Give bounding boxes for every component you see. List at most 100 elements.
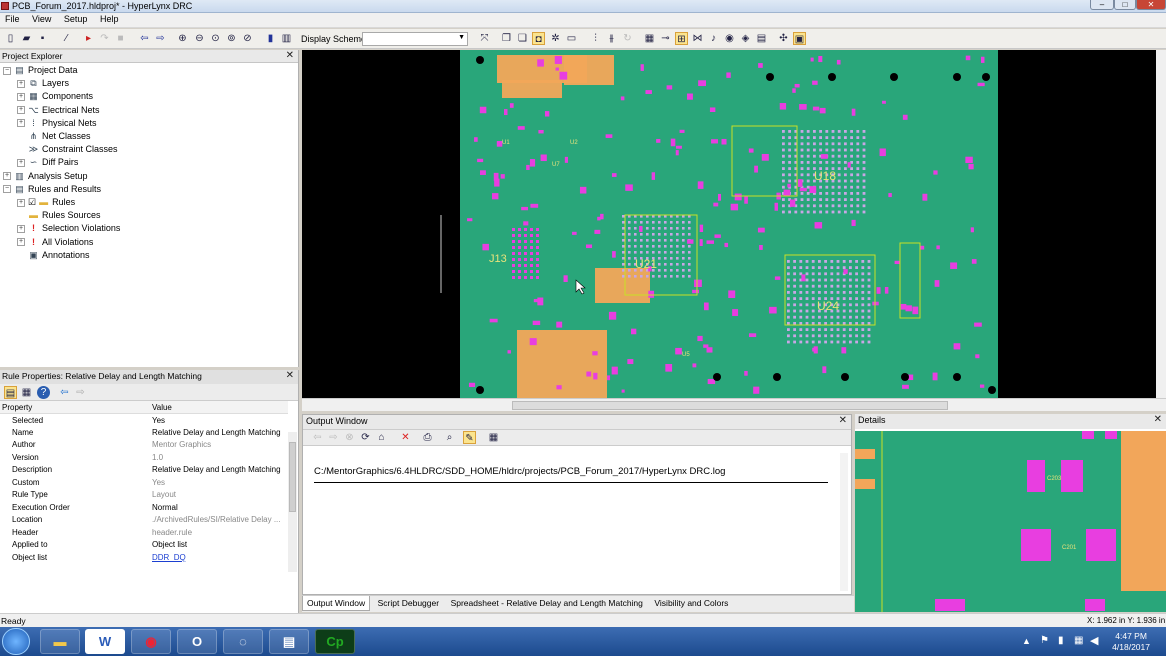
zoom-fit-icon[interactable]: ⊚ [225, 32, 238, 45]
flag-icon[interactable]: ⚑ [1040, 635, 1049, 646]
forward-arrow-icon[interactable]: ⇨ [327, 431, 340, 444]
board-horizontal-scrollbar[interactable] [302, 398, 1166, 411]
volume-icon[interactable]: ◀ [1090, 634, 1098, 647]
expand-icon[interactable]: + [17, 198, 25, 207]
rules-checkbox[interactable]: ☑ [28, 197, 36, 207]
wand-icon[interactable]: ⁄ [60, 32, 73, 45]
property-row[interactable]: Execution Order Normal [0, 501, 288, 514]
trace-icon[interactable]: ♪ [707, 32, 720, 45]
property-value[interactable]: header.rule [150, 526, 288, 539]
property-value[interactable]: Mentor Graphics [150, 439, 288, 452]
categorized-icon[interactable]: ▤ [4, 386, 17, 399]
log-file-path[interactable]: C:/MentorGraphics/6.4HLDRC/SDD_HOME/hldr… [314, 466, 725, 477]
property-value[interactable]: Object list [150, 539, 288, 552]
show-hidden-icons-icon[interactable]: ▲ [1022, 636, 1031, 646]
output-scrollbar[interactable] [840, 453, 848, 591]
expand-icon[interactable]: + [3, 172, 11, 181]
tab-output-window[interactable]: Output Window [302, 596, 371, 611]
find-icon[interactable]: ⌕ [443, 431, 456, 444]
new-file-icon[interactable]: ▯ [4, 32, 17, 45]
tree-item[interactable]: + ∽ Diff Pairs [17, 156, 78, 169]
run-icon[interactable]: ▸ [82, 32, 95, 45]
filter-nets-icon[interactable]: ⫵ [605, 32, 618, 45]
tree-item[interactable]: − ▤ Rules and Results [3, 183, 101, 196]
collapse-icon[interactable]: − [3, 66, 11, 75]
zoom-previous-icon[interactable]: ⊘ [241, 32, 254, 45]
cross-probe-icon[interactable]: ⤧ [478, 32, 491, 45]
tree-item[interactable]: +▣Annotations [17, 249, 89, 262]
open-folder-icon[interactable]: ▰ [20, 32, 33, 45]
component-icon[interactable]: ◉ [723, 32, 736, 45]
property-row[interactable]: Description Relative Delay and Length Mat… [0, 464, 288, 477]
tab-spreadsheet[interactable]: Spreadsheet - Relative Delay and Length … [447, 596, 647, 610]
pin-icon[interactable]: ⊸ [659, 32, 672, 45]
property-row[interactable]: Header header.rule [0, 526, 288, 539]
move-icon[interactable]: ✣ [777, 32, 790, 45]
zoom-area-icon[interactable]: ⊙ [209, 32, 222, 45]
highlight-icon[interactable]: ▥ [280, 32, 293, 45]
network-icon[interactable]: ▦ [1074, 635, 1083, 646]
help-icon[interactable]: ? [37, 386, 50, 399]
tree-item[interactable]: + ☑ ▬ Rules [17, 196, 75, 209]
display-scheme-select[interactable]: ▼ [362, 32, 468, 46]
refresh-icon[interactable]: ↻ [621, 32, 634, 45]
home-icon[interactable]: ⌂ [375, 431, 388, 444]
filter-icon[interactable]: ⫶ [589, 32, 602, 45]
tree-item[interactable]: + ⁞ Physical Nets [17, 117, 97, 130]
menu-file[interactable]: File [0, 13, 25, 25]
tree-item[interactable]: + ⌥ Electrical Nets [17, 104, 100, 117]
expand-icon[interactable]: + [17, 238, 25, 247]
scroll-thumb[interactable] [289, 442, 296, 512]
delete-icon[interactable]: ✕ [399, 431, 412, 444]
battery-icon[interactable]: ▮ [1058, 635, 1064, 646]
tree-item[interactable]: + ▥ Analysis Setup [3, 170, 88, 183]
stop-icon[interactable]: ■ [114, 32, 127, 45]
property-row[interactable]: Selected Yes [0, 414, 288, 427]
paste-icon[interactable]: ❏ [516, 32, 529, 45]
menu-setup[interactable]: Setup [59, 13, 93, 25]
tree-item[interactable]: +! Selection Violations [17, 222, 120, 235]
table-icon[interactable]: ▦ [487, 431, 500, 444]
property-value[interactable]: Yes [150, 476, 288, 489]
tab-visibility-colors[interactable]: Visibility and Colors [650, 596, 732, 610]
zoom-out-icon[interactable]: ⊖ [193, 32, 206, 45]
property-row[interactable]: Applied to Object list [0, 539, 288, 552]
board-vertical-scrollbar[interactable] [1156, 50, 1166, 398]
forward-arrow-icon[interactable]: ⇨ [74, 386, 87, 399]
hyperlynx-taskbar-icon[interactable]: ◌ [223, 629, 263, 654]
chrome-taskbar-icon[interactable]: ◉ [131, 629, 171, 654]
property-row[interactable]: Custom Yes [0, 476, 288, 489]
property-value[interactable]: Normal [150, 501, 288, 514]
property-value[interactable]: DDR_DQ [150, 551, 288, 564]
property-row[interactable]: Location ./ArchivedRules/SI/Relative Dela… [0, 514, 288, 527]
tree-item[interactable]: + ⧉ Layers [17, 77, 69, 90]
print-icon[interactable]: ⎙ [421, 431, 434, 444]
tree-item[interactable]: − ▤ Project Data [3, 64, 78, 77]
close-window-button[interactable]: ✕ [1136, 0, 1166, 10]
pcb-canvas[interactable]: U18 J13 U21 U24 U1 U2 U7 U5 [302, 50, 1166, 398]
property-value[interactable]: 1.0 [150, 451, 288, 464]
back-arrow-icon[interactable]: ⇦ [311, 431, 324, 444]
property-value[interactable]: ./ArchivedRules/SI/Relative Delay ... [150, 514, 288, 527]
copy-icon[interactable]: ❐ [500, 32, 513, 45]
scroll-thumb[interactable] [512, 401, 948, 410]
window-icon[interactable]: ▤ [755, 32, 768, 45]
property-value[interactable]: Relative Delay and Length Matching [150, 426, 288, 439]
property-row[interactable]: Name Relative Delay and Length Matching [0, 426, 288, 439]
refresh-icon[interactable]: ⟳ [359, 431, 372, 444]
system-clock[interactable]: 4:47 PM 4/18/2017 [1112, 631, 1150, 653]
tree-item[interactable]: +⋔Net Classes [17, 130, 91, 143]
explorer-taskbar-icon[interactable]: ▬ [40, 629, 80, 654]
stop-icon[interactable]: ⊗ [343, 431, 356, 444]
expand-icon[interactable]: + [17, 159, 25, 168]
property-row[interactable]: Author Mentor Graphics [0, 439, 288, 452]
close-icon[interactable]: ✕ [1154, 414, 1162, 425]
menu-help[interactable]: Help [95, 13, 124, 25]
property-value[interactable]: Yes [150, 414, 288, 427]
properties-scrollbar[interactable] [288, 432, 297, 572]
collapse-icon[interactable]: − [3, 185, 11, 194]
net-icon[interactable]: ⋈ [691, 32, 704, 45]
grid-icon[interactable]: ▦ [643, 32, 656, 45]
tree-item[interactable]: + ▦ Components [17, 90, 93, 103]
close-icon[interactable]: ✕ [839, 415, 847, 426]
